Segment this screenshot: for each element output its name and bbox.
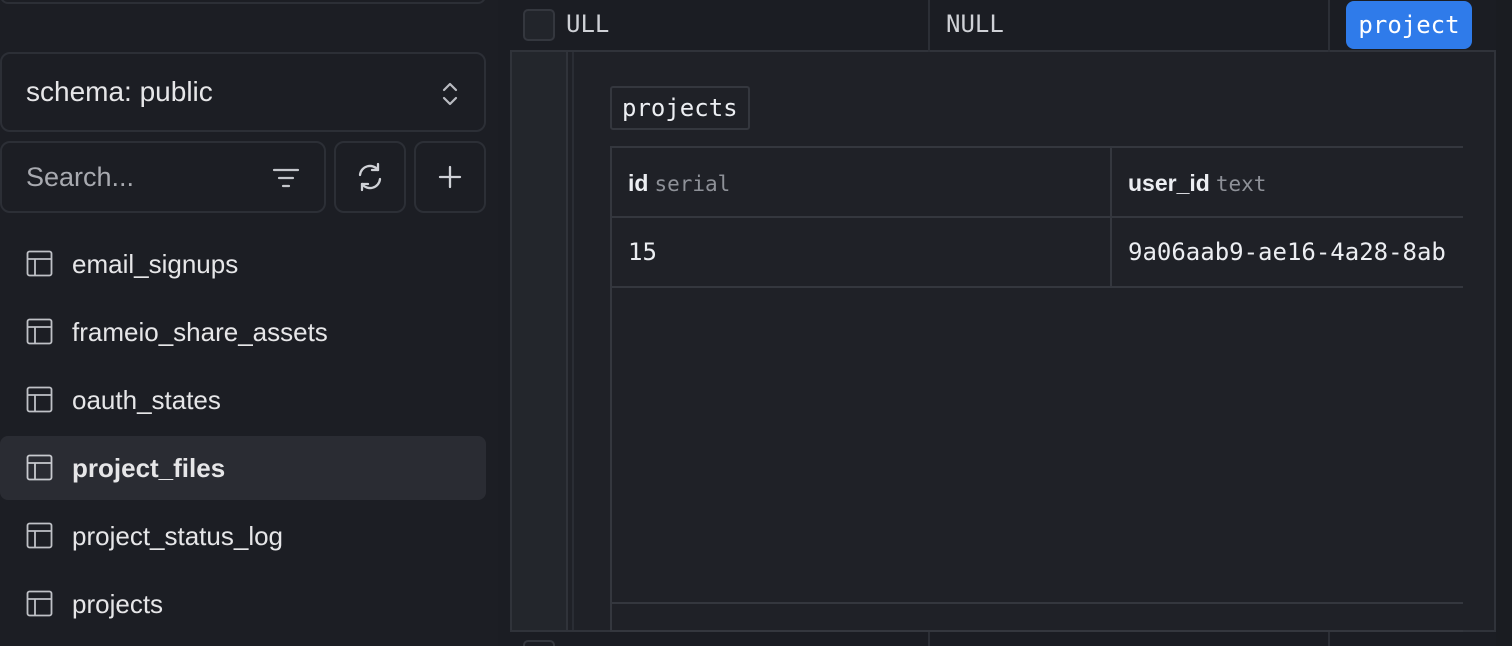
filter-icon[interactable] <box>272 165 300 191</box>
table-icon <box>26 318 53 345</box>
schema-select-label: schema: public <box>26 76 213 107</box>
column-divider <box>928 0 930 52</box>
divider <box>612 602 1463 604</box>
row-gutter <box>512 52 568 630</box>
table-item-projects[interactable]: projects <box>0 572 486 636</box>
relation-badge[interactable]: project <box>1346 1 1472 49</box>
table-item-frameio-share-assets[interactable]: frameio_share_assets <box>0 300 486 364</box>
data-grid: ULL NULL project projects id serial user_… <box>510 0 1512 646</box>
table-header-row: id serial user_id text <box>612 148 1463 218</box>
divider <box>572 52 574 630</box>
column-header-user-id[interactable]: user_id text <box>1128 170 1266 197</box>
table-item-oauth-states[interactable]: oauth_states <box>0 368 486 432</box>
grid-cell[interactable]: NULL <box>946 10 1004 38</box>
table-icon <box>26 250 53 277</box>
table-icon <box>26 454 53 481</box>
table-row[interactable]: ULL NULL project <box>510 0 1496 52</box>
column-name: user_id <box>1128 170 1210 196</box>
related-records-table: id serial user_id text 15 9a06aab9-ae16-4a… <box>610 146 1463 632</box>
column-header-id[interactable]: id serial <box>628 170 730 197</box>
sidebar-top-control[interactable] <box>0 0 486 4</box>
vertical-scrollbar[interactable] <box>1496 0 1512 646</box>
table-item-label: email_signups <box>72 248 239 279</box>
table-row[interactable]: 15 9a06aab9-ae16-4a28-8ab <box>612 218 1463 288</box>
table-item-label: oauth_states <box>72 384 221 415</box>
table-icon <box>26 522 53 549</box>
related-table-name: projects <box>610 86 750 130</box>
add-table-button[interactable] <box>414 141 486 213</box>
row-select-checkbox[interactable] <box>523 9 555 41</box>
table-item-label: project_status_log <box>72 520 284 551</box>
table-list: email_signups frameio_share_assets oauth… <box>0 232 486 640</box>
column-divider <box>928 632 930 646</box>
table-item-label: projects <box>72 588 164 619</box>
app-window: schema: public Search... email_signups f… <box>0 0 1512 646</box>
table-item-label: frameio_share_assets <box>72 316 328 347</box>
chevron-up-down-icon <box>442 82 458 106</box>
table-cell[interactable]: 9a06aab9-ae16-4a28-8ab <box>1128 238 1446 266</box>
sidebar: schema: public Search... email_signups f… <box>0 0 498 646</box>
schema-select[interactable]: schema: public <box>0 52 486 132</box>
table-item-label: project_files <box>72 452 226 483</box>
plus-icon <box>438 165 462 189</box>
refresh-button[interactable] <box>334 141 406 213</box>
column-divider <box>1328 632 1330 646</box>
column-divider <box>1328 0 1330 52</box>
column-type: text <box>1215 172 1267 196</box>
column-type: serial <box>654 172 731 196</box>
refresh-icon <box>358 162 382 192</box>
search-input[interactable] <box>26 161 246 193</box>
table-icon <box>26 590 53 617</box>
row-select-checkbox[interactable] <box>523 640 555 646</box>
table-icon <box>26 386 53 413</box>
table-search <box>0 141 326 213</box>
expanded-relation-panel: projects id serial user_id text 15 9a06aab… <box>510 52 1496 632</box>
column-name: id <box>628 170 649 196</box>
grid-cell[interactable]: ULL <box>566 10 609 38</box>
table-cell[interactable]: 15 <box>628 238 657 266</box>
column-divider <box>1110 148 1112 286</box>
table-item-email-signups[interactable]: email_signups <box>0 232 486 296</box>
table-item-project-status-log[interactable]: project_status_log <box>0 504 486 568</box>
table-item-project-files[interactable]: project_files <box>0 436 486 500</box>
table-row[interactable] <box>510 632 1496 646</box>
